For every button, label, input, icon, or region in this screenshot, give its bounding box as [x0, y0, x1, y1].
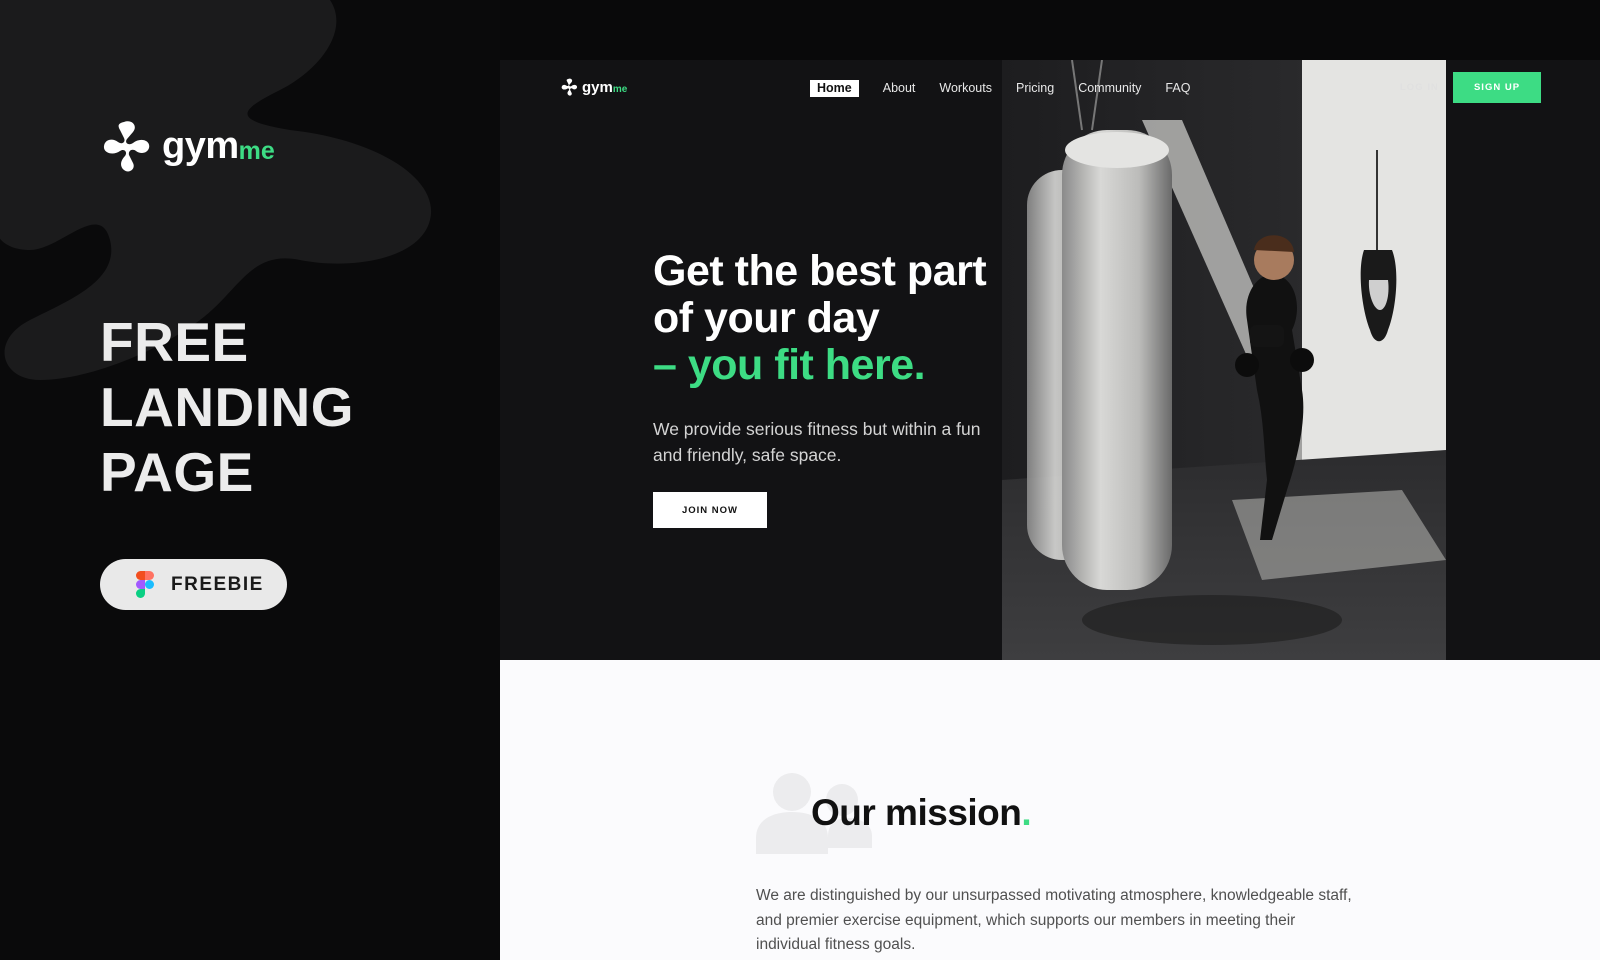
nav-link-community[interactable]: Community: [1078, 80, 1141, 97]
gymme-logo-icon: [103, 121, 150, 172]
mission-title: Our mission.: [811, 792, 1032, 834]
freebie-label: FREEBIE: [171, 573, 264, 595]
signup-button[interactable]: SIGN UP: [1453, 72, 1541, 103]
hero-subtext: We provide serious fitness but within a …: [653, 419, 981, 465]
hero-headline: Get the best part of your day – you fit …: [653, 247, 987, 389]
nav-links: Home About Workouts Pricing Community FA…: [810, 80, 1214, 97]
freebie-button[interactable]: FREEBIE: [100, 559, 287, 610]
nav-link-faq[interactable]: FAQ: [1165, 80, 1190, 97]
promo-logo-accent: me: [238, 136, 275, 165]
mission-section: Our mission. We are distinguished by our…: [500, 660, 1600, 960]
site-logo-accent: me: [612, 83, 628, 95]
promo-title-line: LANDING: [100, 376, 355, 438]
site-logo[interactable]: gym me: [561, 78, 627, 96]
nav-link-about[interactable]: About: [883, 80, 916, 97]
promo-title-line: FREE: [100, 311, 249, 373]
hero-headline-line: Get the best part: [653, 247, 987, 295]
promo-logo-word: gym: [162, 125, 239, 167]
mission-text: We are distinguished by our unsurpassed …: [756, 887, 1352, 953]
promo-title: FREE LANDING PAGE: [100, 310, 354, 505]
promo-logo: gym me: [102, 120, 275, 172]
landing-page-mockup: gym me Home About Workouts Pricing Commun…: [500, 60, 1600, 960]
promo-panel: gym me FREE LANDING PAGE FREEBIE: [0, 0, 500, 960]
gymme-logo-icon: [561, 78, 578, 96]
join-now-button[interactable]: JOIN NOW: [653, 492, 767, 528]
nav-link-home[interactable]: Home: [810, 80, 859, 97]
hero-headline-accent-line: – you fit here.: [653, 341, 926, 389]
promo-title-line: PAGE: [100, 441, 254, 503]
hero-headline-line: of your day: [653, 294, 880, 342]
nav-link-workouts[interactable]: Workouts: [939, 80, 992, 97]
hero-boxing-image: [1002, 60, 1446, 660]
login-link[interactable]: LOG IN: [1400, 82, 1439, 93]
mission-title-dot: .: [1021, 792, 1032, 833]
nav-link-pricing[interactable]: Pricing: [1016, 80, 1054, 97]
hero-section: gym me Home About Workouts Pricing Commun…: [500, 60, 1600, 660]
mission-title-text: Our mission: [811, 792, 1022, 833]
site-logo-word: gym: [582, 78, 613, 96]
site-navbar: gym me Home About Workouts Pricing Commun…: [500, 60, 1600, 116]
figma-icon: [136, 571, 154, 598]
